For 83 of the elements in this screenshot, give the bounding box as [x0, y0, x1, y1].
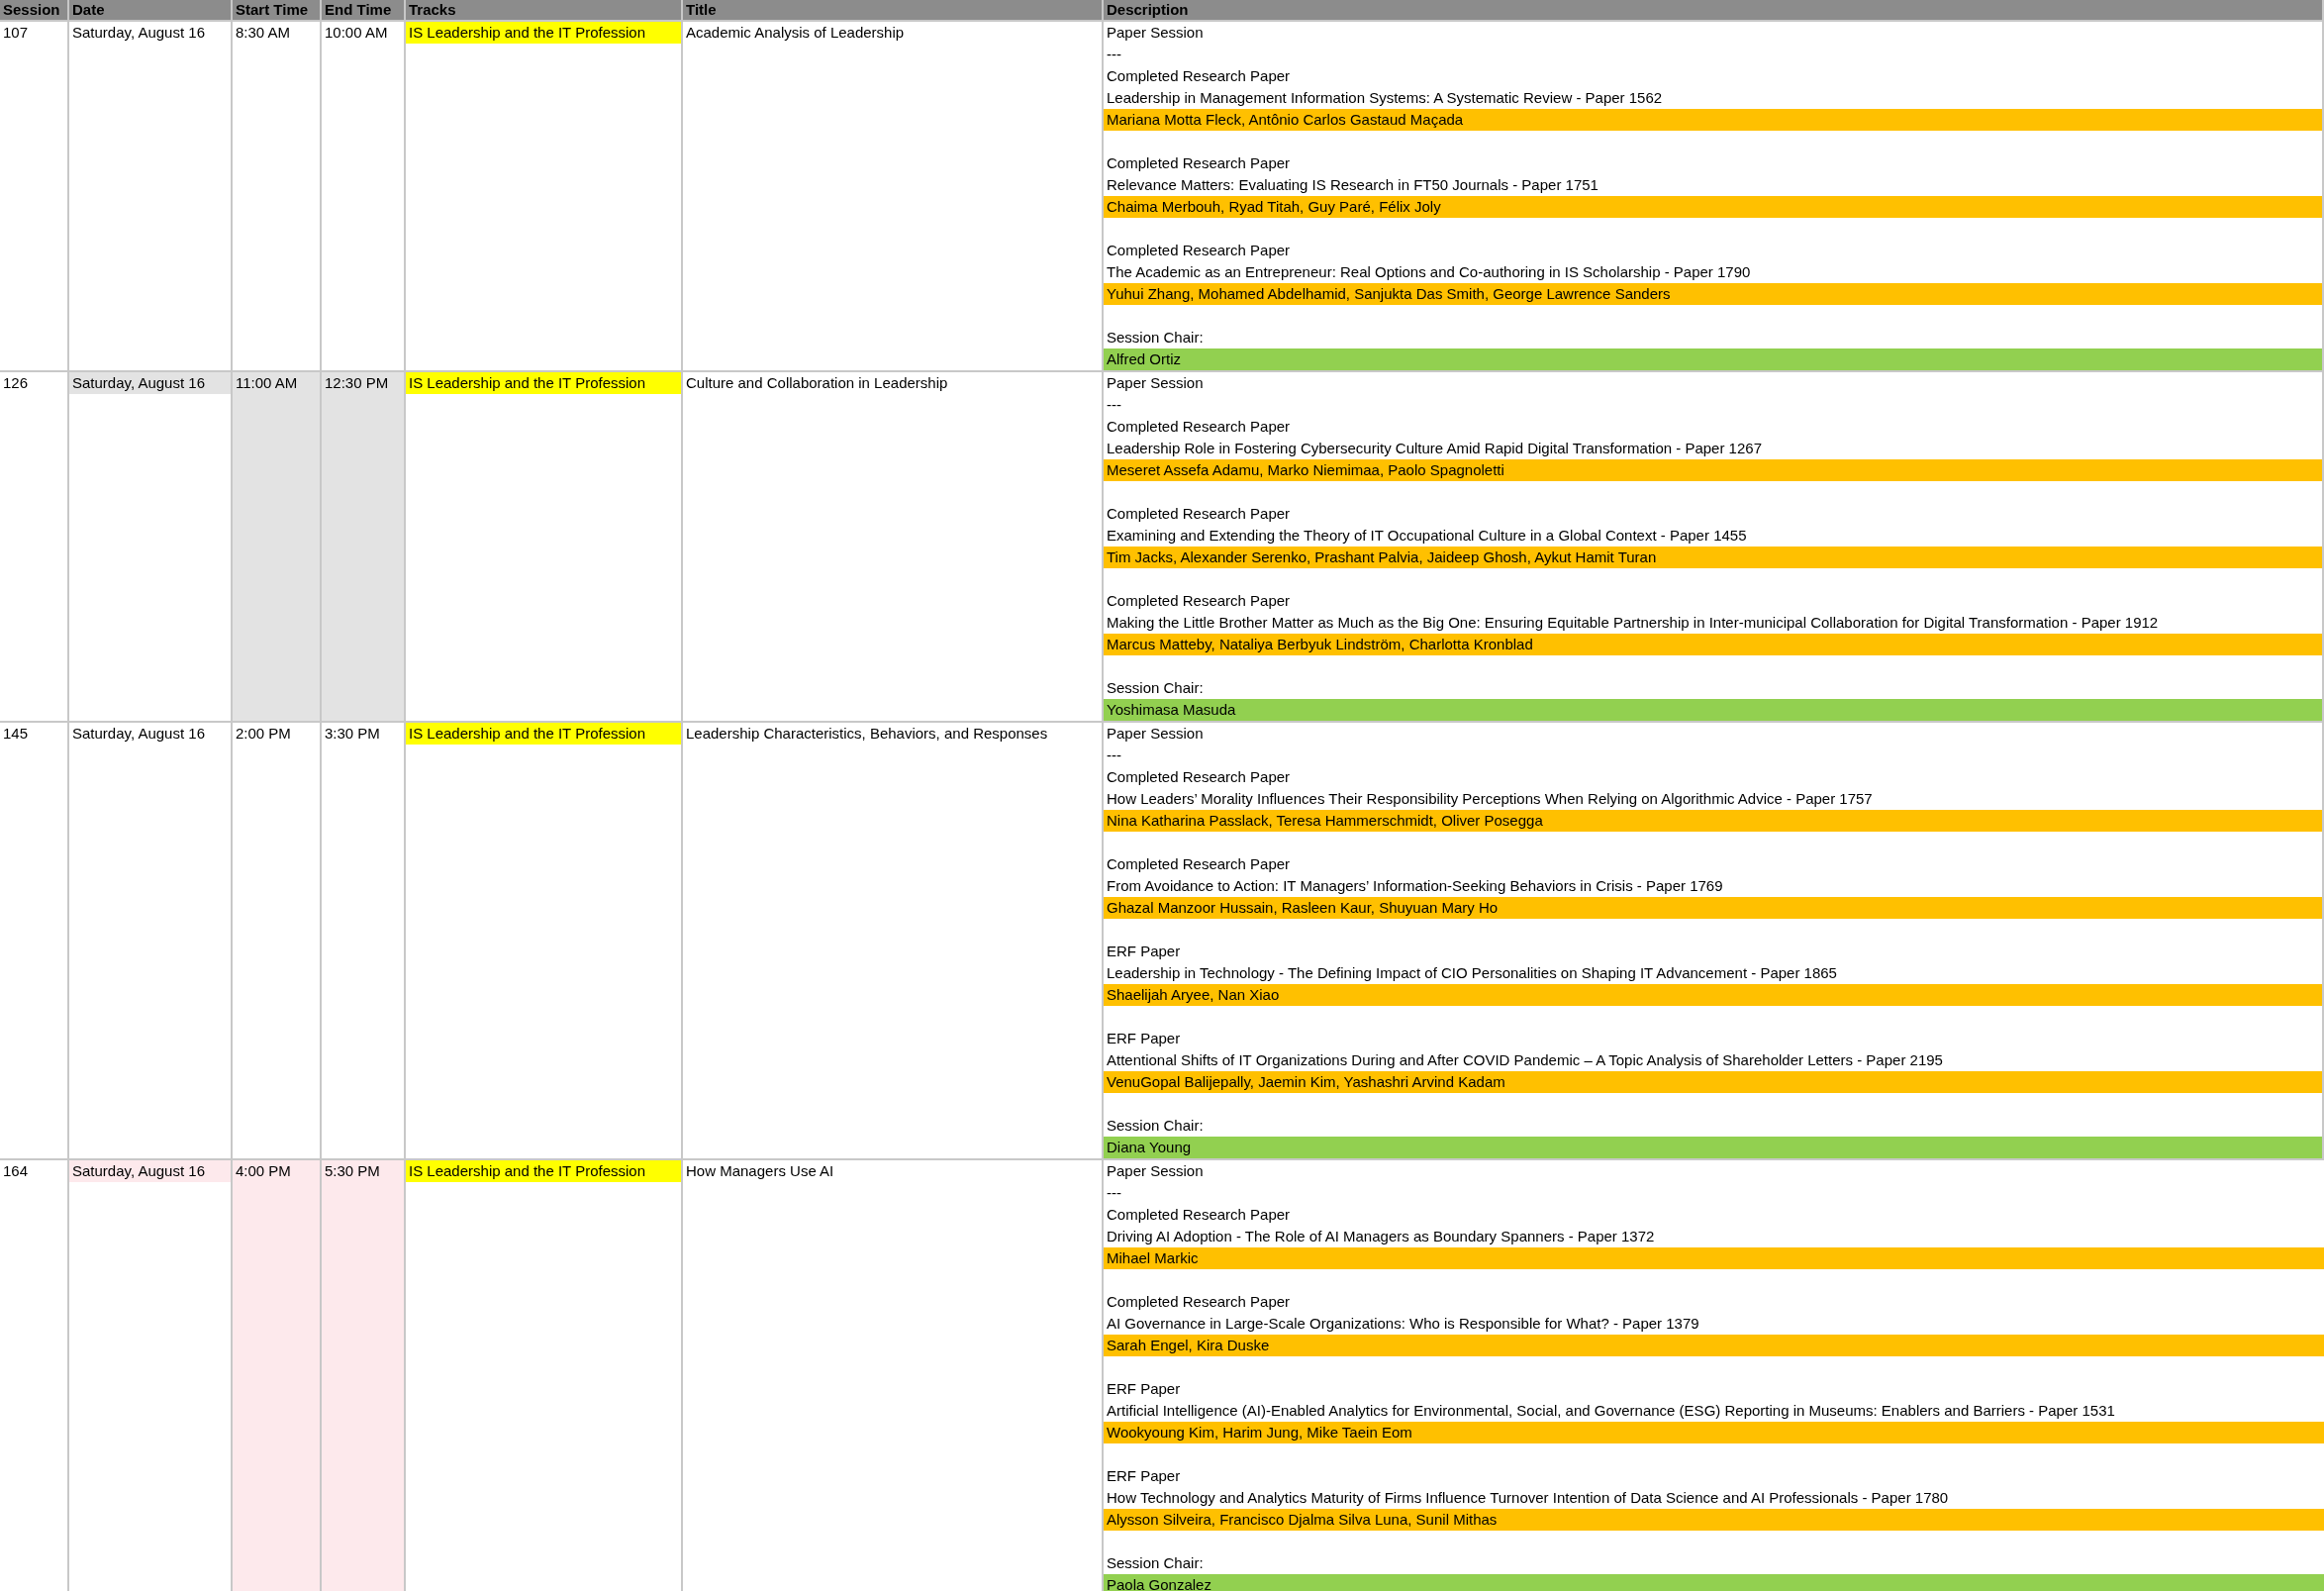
author-list: Chaima Merbouh, Ryad Titah, Guy Paré, Félix Joly	[1104, 196, 2322, 218]
paper-type: Completed Research Paper	[1106, 1292, 1292, 1312]
chair-label: Session Chair:	[1106, 678, 1205, 698]
column-header: Tracks	[406, 0, 683, 22]
chair-name: Alfred Ortiz	[1104, 348, 2322, 370]
column-header: Session	[0, 0, 69, 22]
paper-type: ERF Paper	[1106, 1466, 1182, 1486]
table-cell: Saturday, August 16	[69, 372, 231, 394]
paper-type: Completed Research Paper	[1106, 153, 1292, 173]
author-list: Nina Katharina Passlack, Teresa Hammerschmidt, Oliver Posegga	[1104, 810, 2322, 832]
separator-text: ---	[1106, 1183, 1122, 1203]
paper-type: Completed Research Paper	[1106, 241, 1292, 260]
paper-type: Completed Research Paper	[1106, 417, 1292, 437]
chair-label: Session Chair:	[1106, 1116, 1205, 1136]
paper-title: Making the Little Brother Matter as Much as the Big One: Ensuring Equitable Partnership in Inter-municipal Collaboration for Digital Transformation - Paper 1912	[1106, 613, 2160, 633]
table-cell: 11:00 AM	[233, 372, 322, 723]
table-cell: Culture and Collaboration in Leadership	[683, 372, 1104, 723]
separator-text: ---	[1106, 395, 1122, 415]
table-cell: 12:30 PM	[322, 372, 406, 723]
table-cell: Academic Analysis of Leadership	[683, 22, 1104, 372]
table-cell: Saturday, August 16	[69, 1160, 231, 1182]
paper-title: Examining and Extending the Theory of IT Occupational Culture in a Global Context - Paper 1455	[1106, 526, 1748, 546]
track-label: IS Leadership and the IT Profession	[406, 723, 681, 745]
author-list: Marcus Matteby, Nataliya Berbyuk Lindström, Charlotta Kronblad	[1104, 634, 2322, 655]
table-cell: 164	[0, 1160, 69, 1591]
table-cell-text: Saturday, August 16	[71, 23, 206, 43]
paper-type: Completed Research Paper	[1106, 504, 1292, 524]
column-header: Description	[1104, 0, 2324, 22]
separator-text: ---	[1106, 746, 1122, 765]
paper-title: Leadership in Management Information Systems: A Systematic Review - Paper 1562	[1106, 88, 1664, 108]
paper-title: How Leaders’ Morality Influences Their Responsibility Perceptions When Relying on Algorithmic Advice - Paper 1757	[1106, 789, 1874, 809]
author-list: Wookyoung Kim, Harim Jung, Mike Taein Eom	[1104, 1422, 2324, 1443]
author-list: Shaelijah Aryee, Nan Xiao	[1104, 984, 2322, 1006]
chair-name: Diana Young	[1104, 1137, 2322, 1158]
session-type: Paper Session	[1106, 23, 1205, 43]
author-list: Ghazal Manzoor Hussain, Rasleen Kaur, Shuyuan Mary Ho	[1104, 897, 2322, 919]
paper-title: The Academic as an Entrepreneur: Real Options and Co-authoring in IS Scholarship - Paper 1790	[1106, 262, 1752, 282]
column-header: End Time	[322, 0, 406, 22]
table-cell: 107	[0, 22, 69, 372]
paper-title: From Avoidance to Action: IT Managers’ Information-Seeking Behaviors in Crisis - Paper 1769	[1106, 876, 1724, 896]
chair-name: Paola Gonzalez	[1104, 1574, 2324, 1591]
table-cell: 126	[0, 372, 69, 723]
paper-type: ERF Paper	[1106, 1029, 1182, 1048]
paper-title: Artificial Intelligence (AI)-Enabled Analytics for Environmental, Social, and Governance (ESG) Reporting in Museums: Enablers and Barriers - Paper 1531	[1106, 1401, 2116, 1421]
paper-title: Leadership in Technology - The Defining Impact of CIO Personalities on Shaping IT Advancement - Paper 1865	[1106, 963, 1838, 983]
track-label: IS Leadership and the IT Profession	[406, 372, 681, 394]
session-type: Paper Session	[1106, 1161, 1205, 1181]
column-header: Start Time	[233, 0, 322, 22]
author-list: Yuhui Zhang, Mohamed Abdelhamid, Sanjukta Das Smith, George Lawrence Sanders	[1104, 283, 2322, 305]
paper-type: Completed Research Paper	[1106, 767, 1292, 787]
separator-text: ---	[1106, 45, 1122, 64]
chair-label: Session Chair:	[1106, 328, 1205, 348]
author-list: Mihael Markic	[1104, 1247, 2324, 1269]
column-header: Date	[69, 0, 233, 22]
paper-title: Leadership Role in Fostering Cybersecurity Culture Amid Rapid Digital Transformation - Paper 1267	[1106, 439, 1763, 458]
paper-type: ERF Paper	[1106, 1379, 1182, 1399]
paper-type: Completed Research Paper	[1106, 1205, 1292, 1225]
paper-type: Completed Research Paper	[1106, 66, 1292, 86]
table-cell-text: Saturday, August 16	[71, 724, 206, 744]
author-list: VenuGopal Balijepally, Jaemin Kim, Yashashri Arvind Kadam	[1104, 1071, 2322, 1093]
chair-name: Yoshimasa Masuda	[1104, 699, 2322, 721]
track-label: IS Leadership and the IT Profession	[406, 1160, 681, 1182]
paper-title: AI Governance in Large-Scale Organizations: Who is Responsible for What? - Paper 1379	[1106, 1314, 1700, 1334]
table-cell: 5:30 PM	[322, 1160, 406, 1591]
paper-type: ERF Paper	[1106, 942, 1182, 961]
paper-title: Attentional Shifts of IT Organizations During and After COVID Pandemic – A Topic Analysis of Shareholder Letters - Paper 2195	[1106, 1050, 1944, 1070]
table-cell: 4:00 PM	[233, 1160, 322, 1591]
track-label: IS Leadership and the IT Profession	[406, 22, 681, 44]
paper-type: Completed Research Paper	[1106, 591, 1292, 611]
author-list: Sarah Engel, Kira Duske	[1104, 1335, 2324, 1356]
author-list: Mariana Motta Fleck, Antônio Carlos Gastaud Maçada	[1104, 109, 2322, 131]
chair-label: Session Chair:	[1106, 1553, 1205, 1573]
paper-type: Completed Research Paper	[1106, 854, 1292, 874]
paper-title: Relevance Matters: Evaluating IS Research in FT50 Journals - Paper 1751	[1106, 175, 1599, 195]
author-list: Meseret Assefa Adamu, Marko Niemimaa, Paolo Spagnoletti	[1104, 459, 2322, 481]
table-cell: 145	[0, 723, 69, 1160]
session-type: Paper Session	[1106, 373, 1205, 393]
paper-title: Driving AI Adoption - The Role of AI Managers as Boundary Spanners - Paper 1372	[1106, 1227, 1656, 1246]
author-list: Alysson Silveira, Francisco Djalma Silva Luna, Sunil Mithas	[1104, 1509, 2324, 1531]
author-list: Tim Jacks, Alexander Serenko, Prashant Palvia, Jaideep Ghosh, Aykut Hamit Turan	[1104, 547, 2322, 568]
column-header: Title	[683, 0, 1104, 22]
paper-title: How Technology and Analytics Maturity of Firms Influence Turnover Intention of Data Science and AI Professionals - Paper 1780	[1106, 1488, 1950, 1508]
session-type: Paper Session	[1106, 724, 1205, 744]
